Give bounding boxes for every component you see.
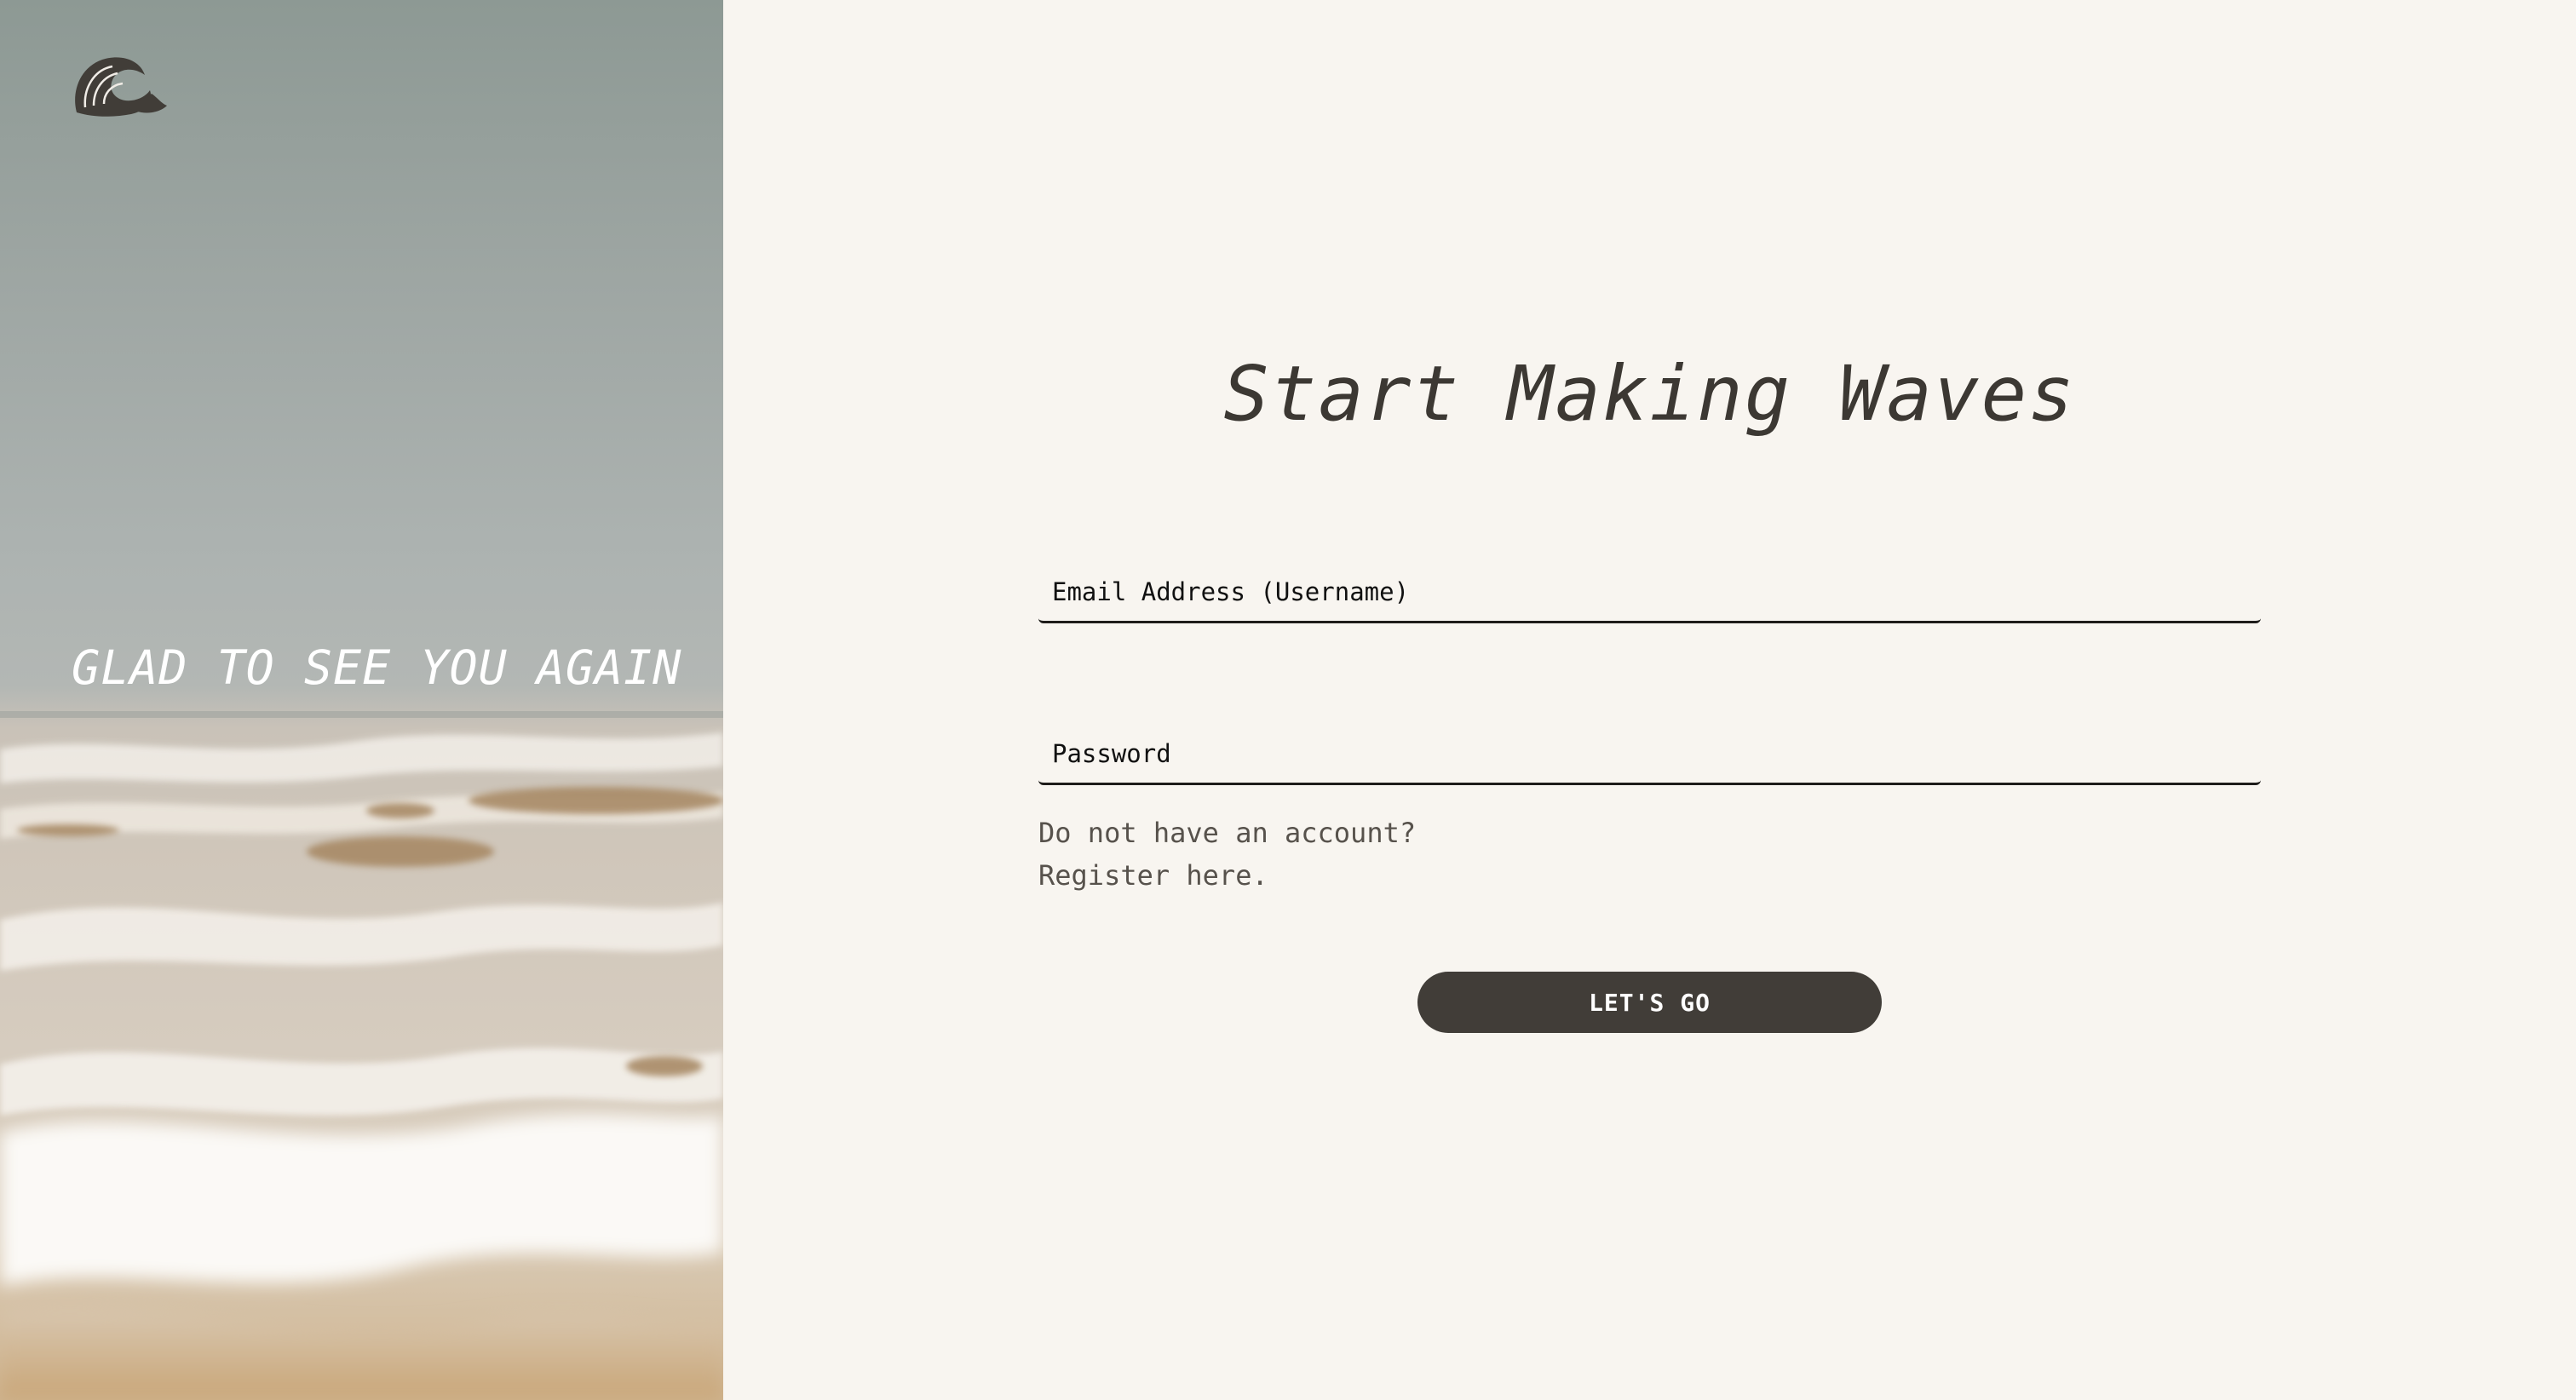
page-title: Start Making Waves <box>1223 349 2076 438</box>
hero-panel: GLAD TO SEE YOU AGAIN <box>0 0 723 1400</box>
register-question: Do not have an account? <box>1038 817 1417 849</box>
wave-logo-icon[interactable] <box>68 51 167 121</box>
email-field[interactable] <box>1038 562 2261 623</box>
register-link[interactable]: Register here. <box>1038 854 1635 897</box>
hero-beach-image <box>0 711 723 1400</box>
login-panel: Start Making Waves Do not have an accoun… <box>723 0 2576 1400</box>
submit-button[interactable]: LET'S GO <box>1417 972 1882 1033</box>
password-field[interactable] <box>1038 724 2261 785</box>
register-prompt: Do not have an account? Register here. <box>1038 812 1635 897</box>
hero-tagline: GLAD TO SEE YOU AGAIN <box>72 640 682 695</box>
